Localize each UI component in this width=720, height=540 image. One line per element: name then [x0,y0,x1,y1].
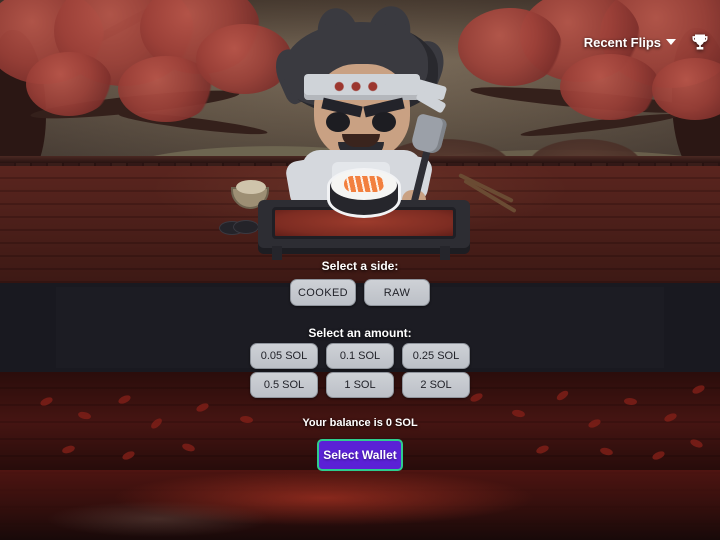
chevron-down-icon [666,39,676,45]
select-amount-label: Select an amount: [308,326,412,340]
side-buttons-row: COOKED RAW [0,279,720,306]
header-bar: Recent Flips [584,32,710,52]
recent-flips-dropdown[interactable]: Recent Flips [584,35,676,50]
select-wallet-button[interactable]: Select Wallet [317,439,403,471]
amount-button-0-05-sol[interactable]: 0.05 SOL [250,343,318,369]
amount-buttons-row-2: 0.5 SOL 1 SOL 2 SOL [0,372,720,398]
wallet-button-wrap: Select Wallet [0,439,720,471]
amount-button-0-25-sol[interactable]: 0.25 SOL [402,343,470,369]
side-button-raw[interactable]: RAW [364,279,430,306]
amount-buttons-row-1: 0.05 SOL 0.1 SOL 0.25 SOL [0,343,720,369]
recent-flips-label: Recent Flips [583,34,661,50]
amount-button-2-sol[interactable]: 2 SOL [402,372,470,398]
side-button-cooked[interactable]: COOKED [290,279,356,306]
game-screen: Recent Flips Select a side: COOKED RAW S… [0,0,720,540]
select-side-label: Select a side: [321,259,399,273]
amount-button-0-5-sol[interactable]: 0.5 SOL [250,372,318,398]
betting-ui: Select a side: COOKED RAW Select an amou… [0,0,720,540]
trophy-icon[interactable] [690,32,710,52]
amount-button-1-sol[interactable]: 1 SOL [326,372,394,398]
balance-text: Your balance is 0 SOL [302,417,418,429]
amount-button-0-1-sol[interactable]: 0.1 SOL [326,343,394,369]
